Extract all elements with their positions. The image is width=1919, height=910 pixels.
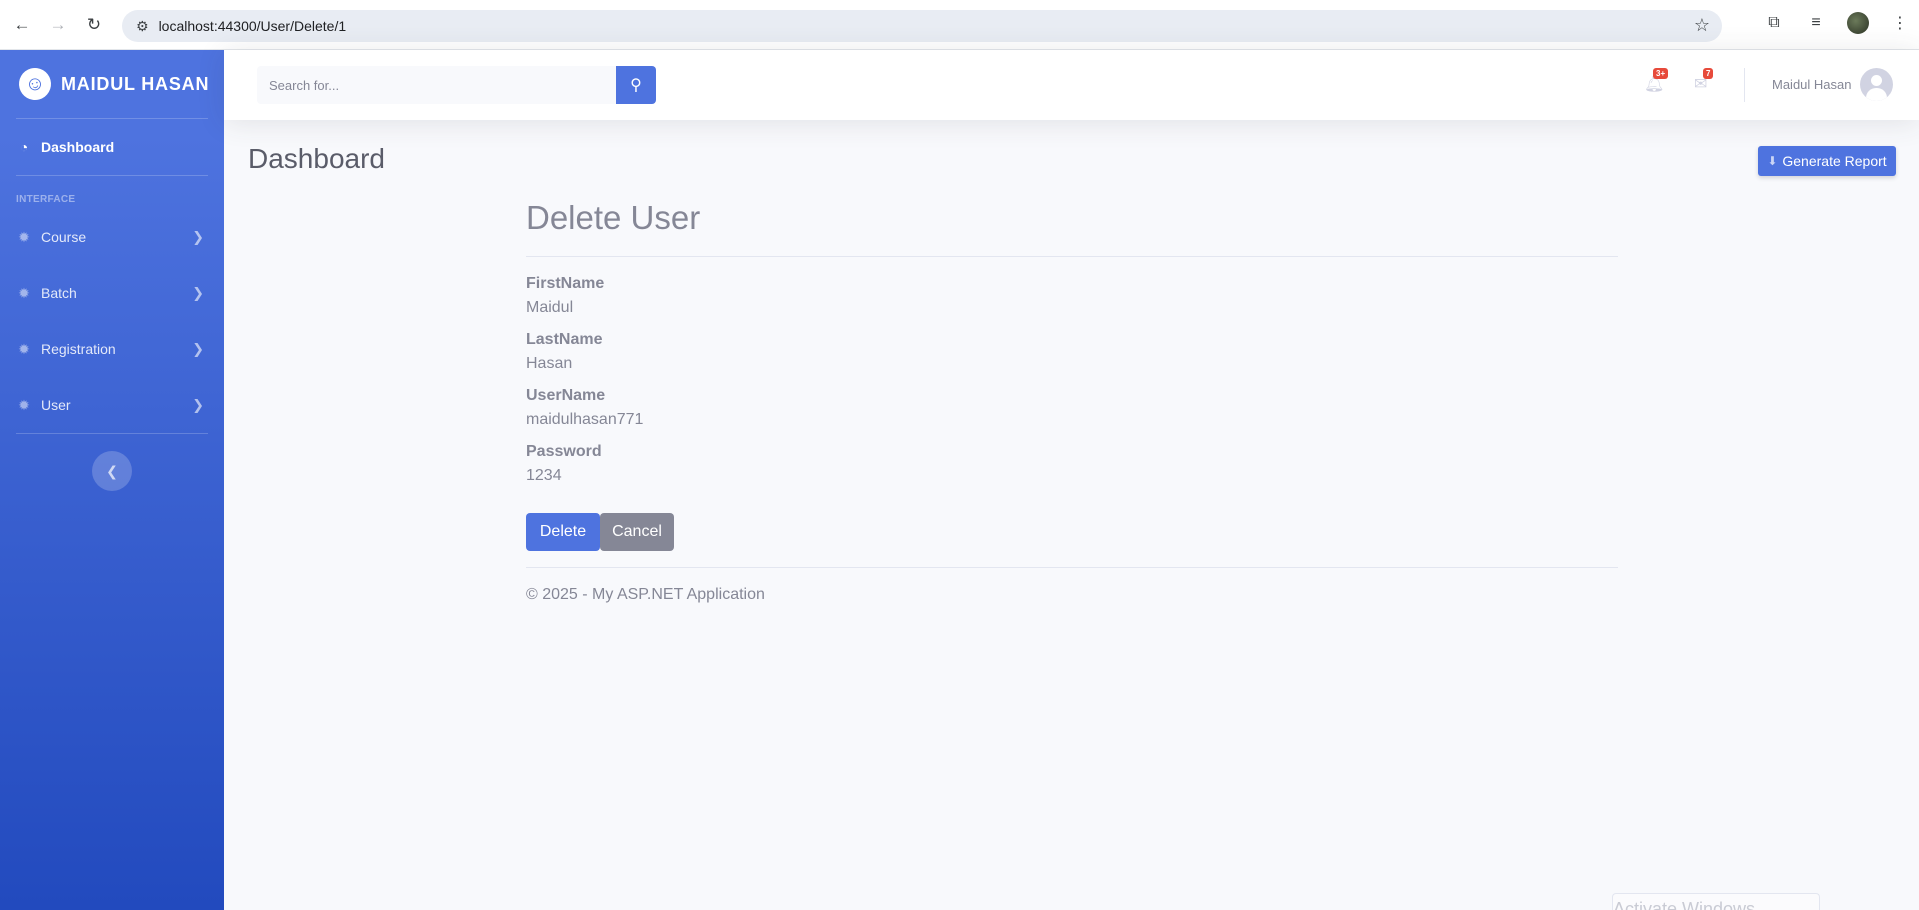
download-icon: ⬇ <box>1767 154 1778 168</box>
topbar: ⚲ 🔔︎ 3+ ✉ 7 Maidul Hasan <box>224 50 1919 120</box>
delete-button[interactable]: Delete <box>526 513 600 551</box>
field-label-firstname: FirstName <box>526 275 605 292</box>
messages-badge: 7 <box>1703 68 1714 79</box>
sidebar-item-label: Dashboard <box>41 139 115 155</box>
alerts-dropdown[interactable]: 🔔︎ 3+ <box>1644 68 1669 94</box>
generate-report-label: Generate Report <box>1782 153 1887 169</box>
search-input[interactable] <box>257 66 617 104</box>
field-label-password: Password <box>526 443 602 460</box>
profile-avatar[interactable] <box>1847 12 1869 34</box>
topbar-divider <box>1744 68 1745 102</box>
field-value-lastname: Hasan <box>526 355 573 372</box>
chevron-right-icon: ❯ <box>192 228 204 245</box>
page-title: Dashboard <box>248 143 385 174</box>
site-info-icon[interactable]: ⚙ <box>136 18 149 35</box>
url-text[interactable]: localhost:44300/User/Delete/1 <box>159 18 347 34</box>
chevron-left-icon: ❮ <box>106 462 118 479</box>
sidebar-item-label: Registration <box>41 341 116 357</box>
footer-divider <box>526 567 1618 568</box>
activate-windows-text: Activate Windows <box>1613 899 1756 910</box>
laugh-wink-icon: ☺ <box>15 64 55 104</box>
sidebar-item-batch[interactable]: ✹ Batch ❯ <box>0 265 224 321</box>
more-menu-icon[interactable]: ⋮ <box>1889 12 1911 34</box>
sidebar: ☺ MAIDUL HASAN ◔ Dashboard INTERFACE ✹ C… <box>0 50 224 910</box>
cog-icon: ✹ <box>18 228 30 245</box>
field-value-password: 1234 <box>526 467 562 484</box>
reload-icon[interactable]: ↻ <box>80 11 108 39</box>
sidebar-heading: INTERFACE <box>16 194 76 205</box>
user-avatar-head <box>1871 75 1882 86</box>
field-label-lastname: LastName <box>526 331 603 348</box>
chevron-right-icon: ❯ <box>192 396 204 413</box>
form-divider <box>526 256 1618 257</box>
sidebar-item-course[interactable]: ✹ Course ❯ <box>0 209 224 265</box>
field-value-username: maidulhasan771 <box>526 411 644 428</box>
field-value-firstname: Maidul <box>526 299 574 316</box>
user-avatar-body <box>1866 88 1887 101</box>
extensions-icon[interactable]: ⧉ <box>1763 12 1785 34</box>
alerts-badge: 3+ <box>1653 68 1669 79</box>
field-label-username: UserName <box>526 387 606 404</box>
chevron-right-icon: ❯ <box>192 284 204 301</box>
cog-icon: ✹ <box>18 396 30 413</box>
back-icon[interactable]: ← <box>8 11 36 39</box>
messages-dropdown[interactable]: ✉ 7 <box>1694 68 1714 94</box>
generate-report-button[interactable]: ⬇ Generate Report <box>1758 146 1896 176</box>
sidebar-item-registration[interactable]: ✹ Registration ❯ <box>0 321 224 377</box>
user-name[interactable]: Maidul Hasan <box>1772 77 1852 92</box>
sidebar-item-dashboard[interactable]: ◔ Dashboard <box>0 119 224 175</box>
sidebar-item-label: Course <box>41 229 87 245</box>
sidebar-divider <box>16 433 208 434</box>
address-bar[interactable]: ⚙ localhost:44300/User/Delete/1 ☆ <box>122 10 1722 42</box>
browser-actions: ⧉ ≡ ⋮ <box>1763 12 1911 34</box>
reading-list-icon[interactable]: ≡ <box>1805 12 1827 34</box>
cog-icon: ✹ <box>18 284 30 301</box>
browser-toolbar: ← → ↻ ⚙ localhost:44300/User/Delete/1 ☆ … <box>0 0 1919 50</box>
sidebar-brand[interactable]: ☺ MAIDUL HASAN <box>0 50 224 118</box>
sidebar-item-user[interactable]: ✹ User ❯ <box>0 377 224 433</box>
chevron-right-icon: ❯ <box>192 340 204 357</box>
sidebar-toggle-button[interactable]: ❮ <box>92 451 132 491</box>
cancel-button[interactable]: Cancel <box>600 513 674 551</box>
tachometer-icon: ◔ <box>19 139 29 155</box>
cog-icon: ✹ <box>18 340 30 357</box>
activate-windows-overlay: Activate Windows <box>1612 893 1820 910</box>
sidebar-item-label: Batch <box>41 285 77 301</box>
sidebar-item-label: User <box>41 397 71 413</box>
brand-name: MAIDUL HASAN <box>61 73 210 94</box>
search-icon: ⚲ <box>630 77 642 94</box>
bookmark-star-icon[interactable]: ☆ <box>1694 15 1710 36</box>
forward-icon[interactable]: → <box>44 11 72 39</box>
avatar[interactable] <box>1860 68 1893 101</box>
form-title: Delete User <box>526 199 701 236</box>
search-button[interactable]: ⚲ <box>616 66 656 104</box>
footer-copyright: © 2025 - My ASP.NET Application <box>526 586 765 603</box>
